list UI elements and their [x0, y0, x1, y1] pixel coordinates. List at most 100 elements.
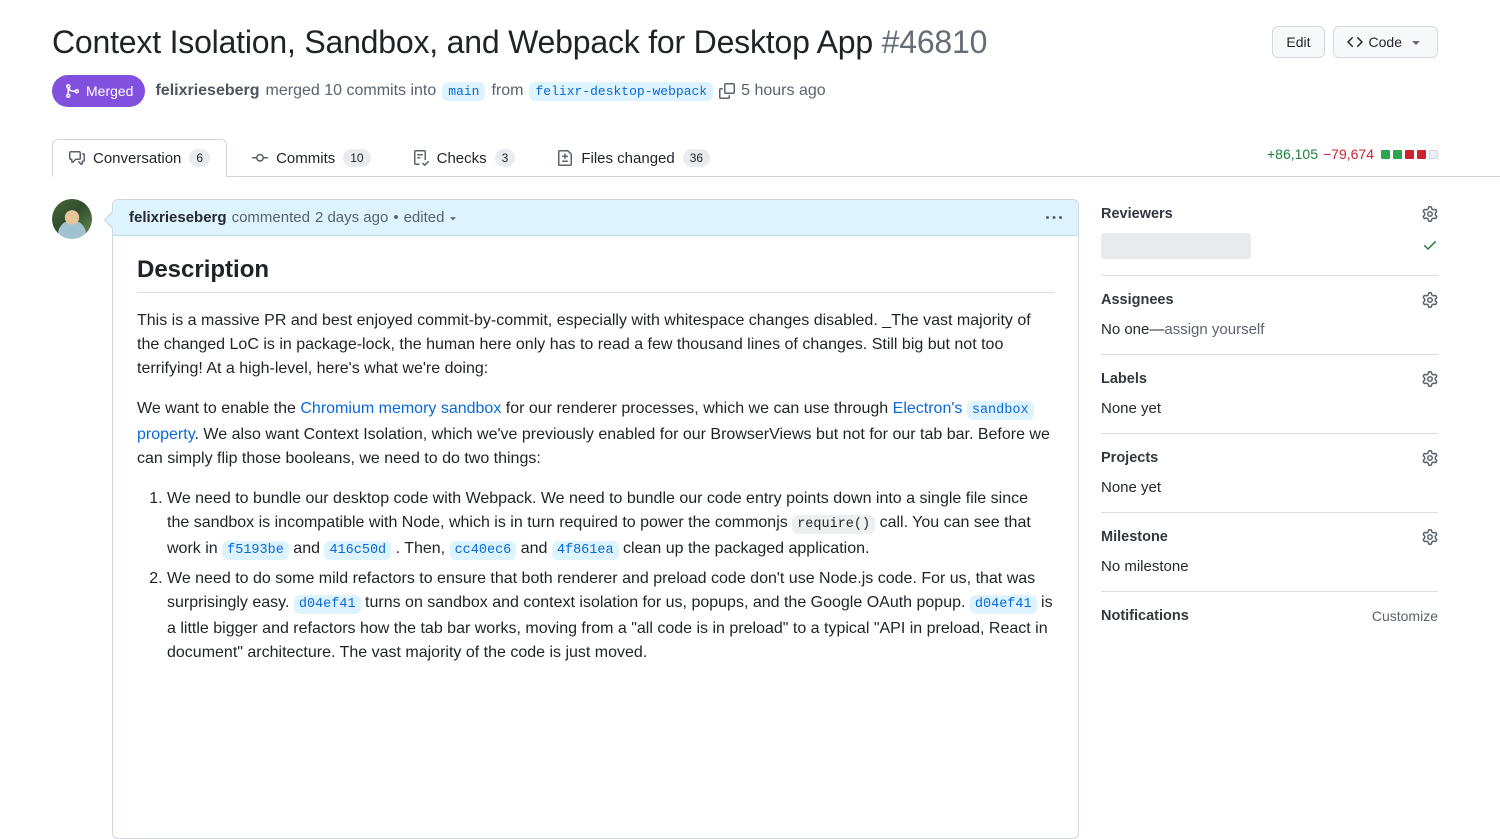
- paragraph-1: This is a massive PR and best enjoyed co…: [137, 309, 1054, 381]
- tab-files-changed[interactable]: Files changed 36: [540, 139, 727, 177]
- sidebar-section-projects: Projects None yet: [1101, 434, 1438, 513]
- copy-branch-button[interactable]: [719, 83, 735, 99]
- commit-link-416c50d[interactable]: 416c50d: [324, 541, 391, 560]
- list-item-2: We need to do some mild refactors to ens…: [167, 567, 1054, 665]
- comment-options-button[interactable]: [1046, 210, 1062, 226]
- projects-value: None yet: [1101, 479, 1438, 496]
- git-commit-icon: [252, 150, 268, 166]
- gear-icon: [1422, 529, 1438, 545]
- sidebar-section-labels: Labels None yet: [1101, 355, 1438, 434]
- git-merge-icon: [64, 83, 80, 99]
- commit-link-d04ef41[interactable]: d04ef41: [294, 595, 361, 614]
- comment-wrap: felixrieseberg commented 2 days ago • ed…: [112, 199, 1079, 839]
- status-badge: Merged: [52, 75, 145, 107]
- labels-value: None yet: [1101, 400, 1438, 417]
- edit-button[interactable]: Edit: [1272, 26, 1324, 58]
- tab-commits[interactable]: Commits 10: [235, 139, 388, 177]
- commit-link-cc40ec6[interactable]: cc40ec6: [450, 541, 517, 560]
- comment-discussion-icon: [69, 150, 85, 166]
- edit-button-label: Edit: [1286, 34, 1310, 50]
- tab-checks-count: 3: [495, 149, 516, 167]
- tab-checks[interactable]: Checks 3: [396, 139, 533, 177]
- assignees-heading: Assignees: [1101, 292, 1174, 308]
- paragraph-1-text: This is a massive PR and best enjoyed co…: [137, 312, 1031, 377]
- comment-header: felixrieseberg commented 2 days ago • ed…: [113, 200, 1078, 236]
- page-title: Context Isolation, Sandbox, and Webpack …: [52, 22, 1272, 62]
- commit-link-4f861ea[interactable]: 4f861ea: [552, 541, 619, 560]
- pr-description-comment: felixrieseberg commented 2 days ago • ed…: [112, 199, 1079, 839]
- p2-text: for our renderer processes, which we can…: [501, 400, 892, 417]
- conversation-timeline: felixrieseberg commented 2 days ago • ed…: [52, 199, 1079, 839]
- link-chromium-sandbox[interactable]: Chromium memory sandbox: [300, 400, 501, 417]
- link-electron-sandbox[interactable]: Electron's: [893, 400, 967, 417]
- list-item-1: We need to bundle our desktop code with …: [167, 487, 1054, 563]
- gear-icon: [1422, 206, 1438, 222]
- task-list: We need to bundle our desktop code with …: [137, 487, 1054, 665]
- copy-icon: [719, 83, 735, 99]
- tab-conversation-label: Conversation: [93, 150, 181, 167]
- gear-icon: [1422, 292, 1438, 308]
- pr-title-text: Context Isolation, Sandbox, and Webpack …: [52, 24, 873, 60]
- pr-page: Context Isolation, Sandbox, and Webpack …: [0, 0, 1500, 839]
- review-approved-check-icon: [1422, 237, 1438, 256]
- diffstat-block-deleted: [1417, 150, 1426, 159]
- sidebar-section-milestone: Milestone No milestone: [1101, 513, 1438, 592]
- code-button-label: Code: [1369, 34, 1402, 50]
- code-icon: [1347, 34, 1363, 50]
- tab-conversation-count: 6: [189, 149, 210, 167]
- checklist-icon: [413, 150, 429, 166]
- tab-files-changed-count: 36: [683, 149, 710, 167]
- commit-link-f5193be[interactable]: f5193be: [222, 541, 289, 560]
- diffstat-block-neutral: [1429, 150, 1438, 159]
- tab-conversation[interactable]: Conversation 6: [52, 139, 227, 177]
- diffstat-additions: +86,105: [1267, 146, 1318, 162]
- code-button[interactable]: Code: [1333, 26, 1438, 58]
- commit-link-d04ef41[interactable]: d04ef41: [970, 595, 1037, 614]
- diffstat-block-added: [1381, 150, 1390, 159]
- pr-tab-bar: Conversation 6 Commits 10 Checks 3 Files…: [52, 139, 1500, 177]
- p2-text: . We also want Context Isolation, which …: [137, 426, 1050, 467]
- milestone-settings-button[interactable]: [1422, 529, 1438, 545]
- assignees-value: No one—assign yourself: [1101, 321, 1438, 338]
- pr-author[interactable]: felixrieseberg: [155, 82, 259, 100]
- projects-settings-button[interactable]: [1422, 450, 1438, 466]
- milestone-heading: Milestone: [1101, 529, 1168, 545]
- pr-sidebar: Reviewers Assignees No one—assign yourse…: [1101, 199, 1438, 839]
- edited-dropdown[interactable]: edited: [404, 209, 460, 226]
- comment-author[interactable]: felixrieseberg: [129, 209, 227, 226]
- labels-heading: Labels: [1101, 371, 1147, 387]
- pr-number: #46810: [882, 24, 988, 60]
- assign-yourself-link[interactable]: assign yourself: [1164, 321, 1264, 338]
- customize-notifications-link[interactable]: Customize: [1372, 608, 1438, 624]
- diffstat-deletions: −79,674: [1323, 146, 1374, 162]
- projects-heading: Projects: [1101, 450, 1158, 466]
- li1-text: . Then,: [391, 540, 449, 557]
- avatar[interactable]: [52, 199, 92, 239]
- diffstat-block-deleted: [1405, 150, 1414, 159]
- base-branch-label[interactable]: main: [442, 82, 485, 101]
- from-word: from: [491, 82, 523, 100]
- merged-timestamp: 5 hours ago: [741, 82, 826, 100]
- comment-timestamp[interactable]: 2 days ago: [315, 209, 388, 226]
- head-branch-label[interactable]: felixr-desktop-webpack: [529, 82, 713, 101]
- pr-header: Context Isolation, Sandbox, and Webpack …: [52, 22, 1438, 62]
- sidebar-section-reviewers: Reviewers: [1101, 199, 1438, 276]
- notifications-heading: Notifications: [1101, 608, 1189, 624]
- sidebar-section-assignees: Assignees No one—assign yourself: [1101, 276, 1438, 355]
- paragraph-2: We want to enable the Chromium memory sa…: [137, 397, 1054, 471]
- header-actions: Edit Code: [1272, 26, 1438, 58]
- reviewers-heading: Reviewers: [1101, 206, 1173, 222]
- labels-settings-button[interactable]: [1422, 371, 1438, 387]
- reviewer-row: [1101, 233, 1438, 259]
- code-sandbox[interactable]: sandbox: [967, 401, 1034, 420]
- p2-text: We want to enable the: [137, 400, 300, 417]
- diffstat: +86,105 −79,674: [1267, 146, 1438, 176]
- reviewers-settings-button[interactable]: [1422, 206, 1438, 222]
- status-badge-label: Merged: [86, 83, 133, 99]
- link-electron-property[interactable]: property: [137, 426, 195, 443]
- merge-action-text: merged 10 commits into: [266, 82, 437, 100]
- description-heading: Description: [137, 258, 1054, 293]
- assignees-settings-button[interactable]: [1422, 292, 1438, 308]
- reviewer-placeholder: [1101, 233, 1251, 259]
- li1-text: and: [516, 540, 552, 557]
